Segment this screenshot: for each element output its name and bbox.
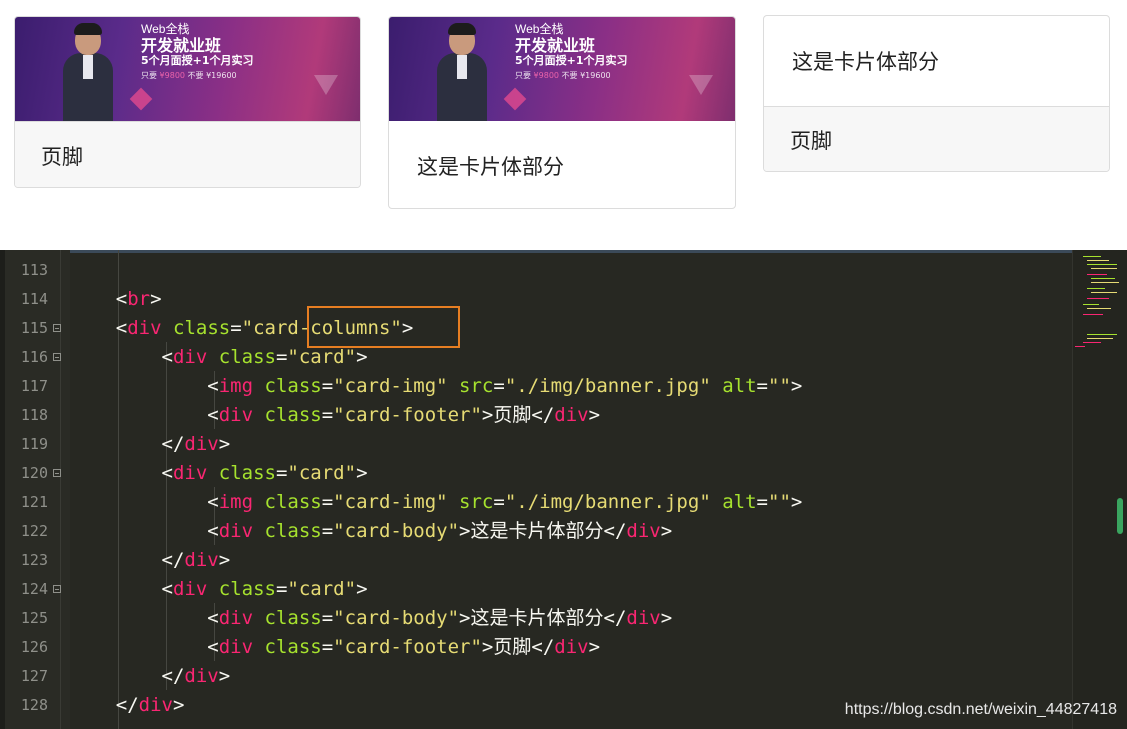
line-number: 120 — [20, 464, 48, 482]
code-text: <div class="card-body">这是卡片体部分</div> — [207, 607, 673, 629]
triangle-decoration-icon — [689, 75, 713, 95]
fold-toggle-icon[interactable] — [53, 585, 61, 593]
code-line[interactable]: 118 <div class="card-footer">页脚</div> — [0, 401, 1070, 430]
line-number: 114 — [20, 290, 48, 308]
card-image-body: Web全栈 开发就业班 5个月面授+1个月实习 只要 ¥9800 不要 ¥196… — [388, 16, 736, 209]
code-text: <div class="card-footer">页脚</div> — [207, 636, 601, 658]
code-line[interactable]: 125 <div class="card-body">这是卡片体部分</div> — [0, 604, 1070, 633]
line-number: 127 — [20, 667, 48, 685]
line-number: 116 — [20, 348, 48, 366]
line-number: 119 — [20, 435, 48, 453]
line-number: 115 — [20, 319, 48, 337]
presenter-figure — [437, 23, 487, 121]
fold-toggle-icon[interactable] — [53, 469, 61, 477]
code-line[interactable]: 121 <img class="card-img" src="./img/ban… — [0, 488, 1070, 517]
fold-toggle-icon[interactable] — [53, 324, 61, 332]
code-line[interactable]: 117 <img class="card-img" src="./img/ban… — [0, 372, 1070, 401]
line-number: 113 — [20, 261, 48, 279]
line-number: 123 — [20, 551, 48, 569]
code-line[interactable]: 114 <br> — [0, 285, 1070, 314]
line-number: 118 — [20, 406, 48, 424]
code-text: </div> — [161, 549, 231, 571]
highlight-annotation — [307, 306, 460, 348]
code-line[interactable]: 123 </div> — [0, 546, 1070, 575]
card-image-footer: Web全栈 开发就业班 5个月面授+1个月实习 只要 ¥9800 不要 ¥196… — [14, 16, 361, 188]
vertical-scrollbar[interactable] — [1117, 498, 1123, 534]
triangle-decoration-icon — [314, 75, 338, 95]
line-number: 122 — [20, 522, 48, 540]
code-text: </div> — [115, 694, 185, 716]
code-text: <img class="card-img" src="./img/banner.… — [207, 491, 803, 513]
banner-text: Web全栈 开发就业班 5个月面授+1个月实习 只要 ¥9800 不要 ¥196… — [141, 22, 254, 80]
code-text: <div class="card-body">这是卡片体部分</div> — [207, 520, 673, 542]
line-number: 126 — [20, 638, 48, 656]
cube-decoration-icon — [129, 87, 153, 111]
editor-top-border — [0, 250, 1127, 253]
code-text: <div class="card"> — [161, 578, 368, 600]
code-text: <div class="card"> — [161, 462, 368, 484]
code-line[interactable]: 124 <div class="card"> — [0, 575, 1070, 604]
code-text: <br> — [115, 288, 162, 310]
card-body: 这是卡片体部分 — [792, 50, 939, 74]
card-footer: 页脚 — [15, 121, 360, 187]
presenter-figure — [63, 23, 113, 121]
code-text: <div class="card-footer">页脚</div> — [207, 404, 601, 426]
banner-text: Web全栈 开发就业班 5个月面授+1个月实习 只要 ¥9800 不要 ¥196… — [515, 22, 628, 80]
code-line[interactable]: 119 </div> — [0, 430, 1070, 459]
code-line[interactable]: 126 <div class="card-footer">页脚</div> — [0, 633, 1070, 662]
fold-toggle-icon[interactable] — [53, 353, 61, 361]
code-line[interactable]: 113 — [0, 256, 1070, 285]
code-text: </div> — [161, 433, 231, 455]
cube-decoration-icon — [503, 87, 527, 111]
code-line[interactable]: 127 </div> — [0, 662, 1070, 691]
code-editor[interactable]: 113 114 <br> 115 <div class="card-column… — [0, 250, 1127, 729]
code-line[interactable]: 116 <div class="card"> — [0, 343, 1070, 372]
code-line[interactable]: 122 <div class="card-body">这是卡片体部分</div> — [0, 517, 1070, 546]
card-body-footer: 这是卡片体部分 页脚 — [763, 15, 1110, 172]
line-number: 117 — [20, 377, 48, 395]
line-number: 128 — [20, 696, 48, 714]
minimap[interactable] — [1072, 250, 1127, 729]
banner-image: Web全栈 开发就业班 5个月面授+1个月实习 只要 ¥9800 不要 ¥196… — [389, 17, 735, 121]
card-body: 这是卡片体部分 — [417, 154, 564, 179]
watermark: https://blog.csdn.net/weixin_44827418 — [844, 701, 1117, 718]
code-text: <img class="card-img" src="./img/banner.… — [207, 375, 803, 397]
code-text: </div> — [161, 665, 231, 687]
code-line[interactable]: 120 <div class="card"> — [0, 459, 1070, 488]
line-number: 124 — [20, 580, 48, 598]
line-number: 121 — [20, 493, 48, 511]
line-number: 125 — [20, 609, 48, 627]
code-line[interactable]: 115 <div class="card-columns"> — [0, 314, 1070, 343]
banner-image: Web全栈 开发就业班 5个月面授+1个月实习 只要 ¥9800 不要 ¥196… — [15, 17, 360, 121]
card-footer: 页脚 — [764, 106, 1109, 171]
